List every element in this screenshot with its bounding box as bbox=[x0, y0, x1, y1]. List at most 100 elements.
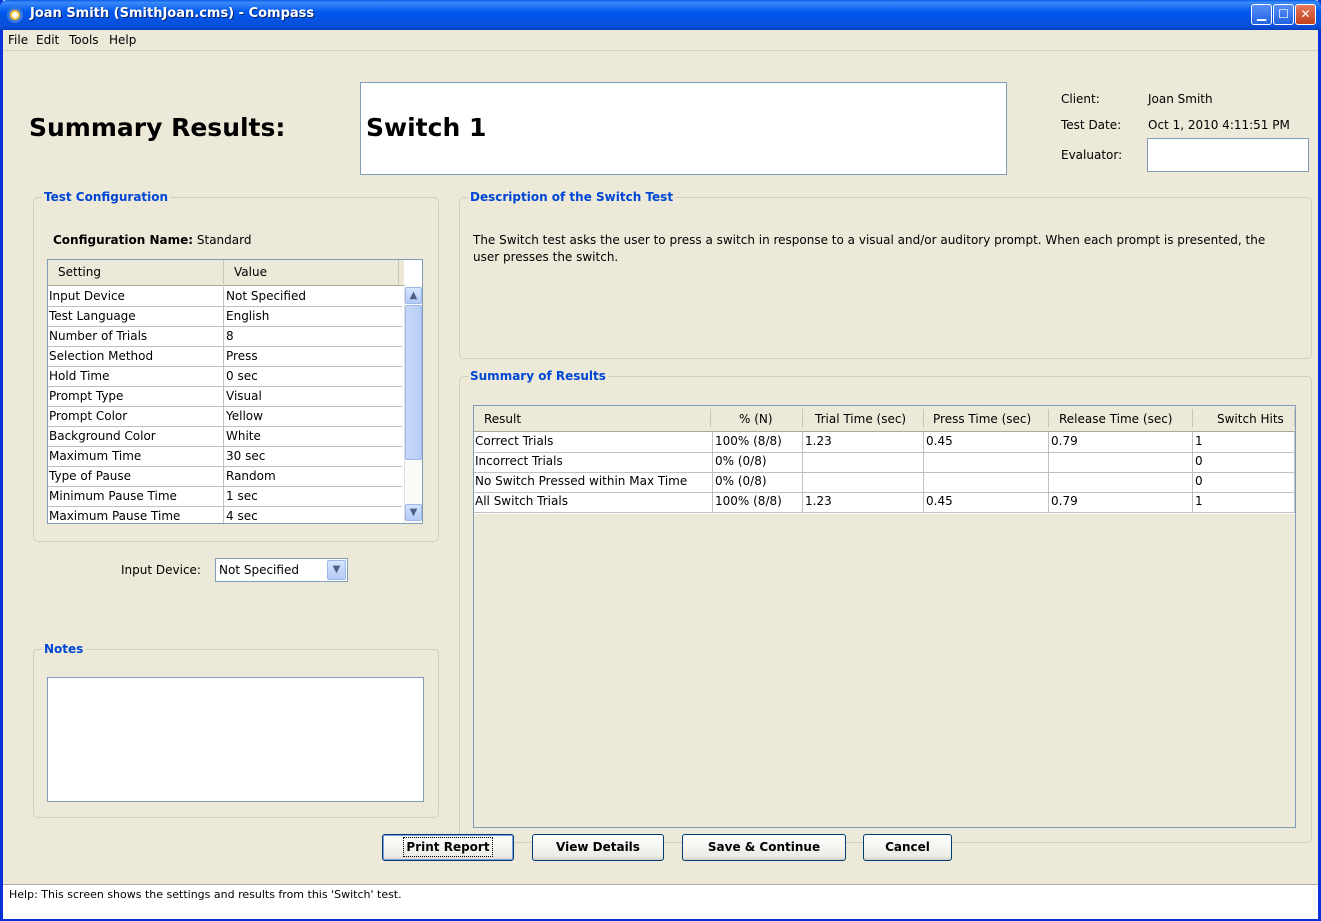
cell-divider bbox=[223, 327, 224, 347]
test-date-value: Oct 1, 2010 4:11:51 PM bbox=[1148, 118, 1290, 132]
result-release-time: 0.79 bbox=[1051, 434, 1078, 448]
menu-edit[interactable]: Edit bbox=[36, 33, 59, 47]
result-percent: 0% (0/8) bbox=[715, 454, 767, 468]
print-report-label: Print Report bbox=[403, 837, 493, 857]
cell-divider bbox=[1294, 472, 1295, 492]
settings-row[interactable]: Selection Method Press bbox=[48, 347, 402, 367]
result-name: All Switch Trials bbox=[475, 494, 568, 508]
col-press-time[interactable]: Press Time (sec) bbox=[933, 412, 1031, 426]
page-heading: Summary Results: bbox=[29, 113, 286, 142]
setting-name: Input Device bbox=[49, 289, 125, 303]
description-text: The Switch test asks the user to press a… bbox=[473, 233, 1266, 264]
setting-name: Prompt Type bbox=[49, 389, 124, 403]
settings-row[interactable]: Hold Time 0 sec bbox=[48, 367, 402, 387]
header-divider bbox=[923, 409, 924, 427]
cell-divider bbox=[802, 472, 803, 492]
help-text: Help: This screen shows the settings and… bbox=[9, 888, 402, 901]
results-row[interactable]: All Switch Trials 100% (8/8) 1.23 0.45 0… bbox=[474, 492, 1295, 513]
close-button[interactable]: ✕ bbox=[1295, 4, 1316, 25]
setting-name: Hold Time bbox=[49, 369, 110, 383]
menu-help[interactable]: Help bbox=[109, 33, 136, 47]
result-press-time: 0.45 bbox=[926, 434, 953, 448]
print-report-button[interactable]: Print Report bbox=[382, 834, 514, 861]
cell-divider bbox=[223, 407, 224, 427]
menu-file[interactable]: File bbox=[8, 33, 28, 47]
help-status-bar: Help: This screen shows the settings and… bbox=[3, 884, 1318, 919]
cell-divider bbox=[712, 452, 713, 472]
setting-name: Type of Pause bbox=[49, 469, 132, 483]
setting-value: 1 sec bbox=[226, 489, 258, 503]
settings-row[interactable]: Background Color White bbox=[48, 427, 402, 447]
description-group: Description of the Switch Test bbox=[459, 190, 1312, 359]
results-row[interactable]: Incorrect Trials 0% (0/8) 0 bbox=[474, 452, 1295, 473]
col-percent[interactable]: % (N) bbox=[739, 412, 773, 426]
header-divider bbox=[710, 409, 711, 427]
header-divider bbox=[223, 260, 224, 284]
settings-row[interactable]: Minimum Pause Time 1 sec bbox=[48, 487, 402, 507]
settings-row[interactable]: Maximum Time 30 sec bbox=[48, 447, 402, 467]
input-device-select[interactable]: Not Specified ▼ bbox=[215, 558, 348, 582]
setting-value: White bbox=[226, 429, 261, 443]
header-divider bbox=[1294, 409, 1295, 427]
cell-divider bbox=[223, 447, 224, 467]
chevron-up-icon: ▲ bbox=[409, 290, 418, 301]
header-divider bbox=[1192, 409, 1193, 427]
cell-divider bbox=[923, 472, 924, 492]
scroll-down-button[interactable]: ▼ bbox=[405, 504, 422, 521]
save-continue-button[interactable]: Save & Continue bbox=[682, 834, 846, 861]
col-trial-time[interactable]: Trial Time (sec) bbox=[815, 412, 906, 426]
configuration-name-label: Configuration Name: bbox=[53, 233, 194, 247]
result-percent: 100% (8/8) bbox=[715, 494, 782, 508]
settings-col-value[interactable]: Value bbox=[234, 265, 267, 279]
evaluator-field[interactable] bbox=[1147, 138, 1309, 172]
cell-divider bbox=[1192, 472, 1193, 492]
settings-col-setting[interactable]: Setting bbox=[58, 265, 101, 279]
title-bar[interactable]: Joan Smith (SmithJoan.cms) - Compass ▁ ☐… bbox=[0, 0, 1321, 30]
settings-row[interactable]: Type of Pause Random bbox=[48, 467, 402, 487]
setting-name: Selection Method bbox=[49, 349, 154, 363]
scroll-up-button[interactable]: ▲ bbox=[405, 287, 422, 304]
settings-scrollbar[interactable]: ▲ ▼ bbox=[404, 285, 422, 523]
col-release-time[interactable]: Release Time (sec) bbox=[1059, 412, 1172, 426]
minimize-icon: ▁ bbox=[1256, 7, 1267, 21]
cell-divider bbox=[923, 432, 924, 452]
cell-divider bbox=[712, 432, 713, 452]
cell-divider bbox=[1048, 452, 1049, 472]
cell-divider bbox=[223, 487, 224, 507]
input-device-selected: Not Specified bbox=[219, 563, 299, 577]
cell-divider bbox=[712, 472, 713, 492]
setting-value: 8 bbox=[226, 329, 234, 343]
window-title: Joan Smith (SmithJoan.cms) - Compass bbox=[30, 6, 315, 21]
results-table-body: Correct Trials 100% (8/8) 1.23 0.45 0.79… bbox=[474, 432, 1295, 514]
dropdown-button[interactable]: ▼ bbox=[327, 560, 346, 580]
settings-row[interactable]: Prompt Type Visual bbox=[48, 387, 402, 407]
view-details-button[interactable]: View Details bbox=[532, 834, 664, 861]
cell-divider bbox=[1048, 472, 1049, 492]
minimize-button[interactable]: ▁ bbox=[1251, 4, 1272, 25]
cell-divider bbox=[223, 387, 224, 407]
col-switch-hits[interactable]: Switch Hits bbox=[1217, 412, 1284, 426]
results-row[interactable]: Correct Trials 100% (8/8) 1.23 0.45 0.79… bbox=[474, 432, 1295, 453]
notes-textarea[interactable] bbox=[47, 677, 424, 802]
col-result[interactable]: Result bbox=[484, 412, 521, 426]
maximize-button[interactable]: ☐ bbox=[1273, 4, 1294, 25]
cell-divider bbox=[223, 307, 224, 327]
header-divider bbox=[398, 260, 399, 284]
chevron-down-icon: ▼ bbox=[409, 507, 418, 518]
description-legend: Description of the Switch Test bbox=[470, 190, 674, 204]
setting-value: Yellow bbox=[226, 409, 263, 423]
settings-row[interactable]: Test Language English bbox=[48, 307, 402, 327]
settings-row[interactable]: Prompt Color Yellow bbox=[48, 407, 402, 427]
test-name-field[interactable]: Switch 1 bbox=[360, 82, 1007, 175]
results-row[interactable]: No Switch Pressed within Max Time 0% (0/… bbox=[474, 472, 1295, 493]
cell-divider bbox=[802, 432, 803, 452]
settings-row[interactable]: Maximum Pause Time 4 sec bbox=[48, 507, 402, 523]
settings-row[interactable]: Input Device Not Specified bbox=[48, 287, 402, 307]
settings-row[interactable]: Number of Trials 8 bbox=[48, 327, 402, 347]
setting-value: 4 sec bbox=[226, 509, 258, 523]
setting-name: Prompt Color bbox=[49, 409, 128, 423]
menu-tools[interactable]: Tools bbox=[69, 33, 99, 47]
results-table-header: Result % (N) Trial Time (sec) Press Time… bbox=[474, 406, 1295, 432]
scroll-thumb[interactable] bbox=[405, 305, 422, 460]
cancel-button[interactable]: Cancel bbox=[863, 834, 952, 861]
